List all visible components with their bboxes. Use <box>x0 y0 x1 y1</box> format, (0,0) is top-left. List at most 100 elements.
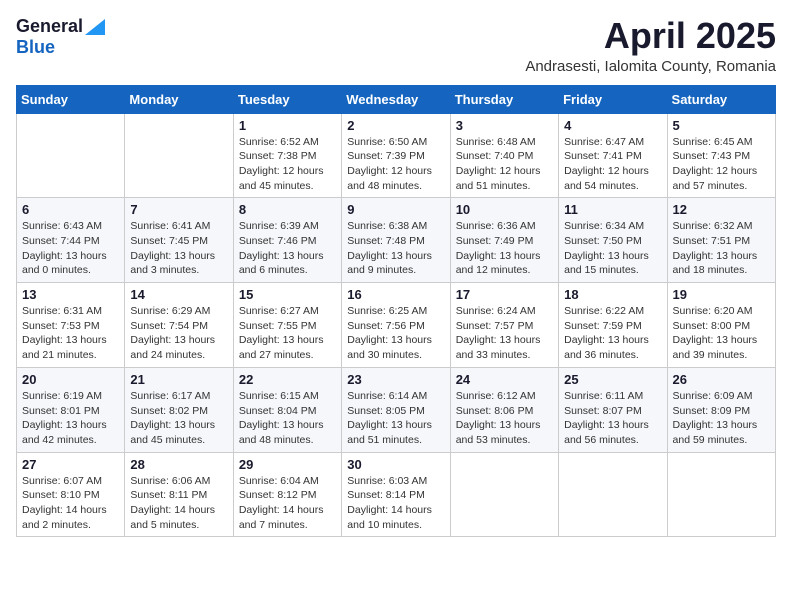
day-info: Sunrise: 6:43 AM Sunset: 7:44 PM Dayligh… <box>22 219 119 278</box>
weekday-header-friday: Friday <box>559 85 667 113</box>
day-number: 15 <box>239 287 336 302</box>
location-subtitle: Andrasesti, Ialomita County, Romania <box>525 58 776 75</box>
calendar-day-cell: 3 Sunrise: 6:48 AM Sunset: 7:40 PM Daylig… <box>450 113 558 198</box>
day-number: 11 <box>564 202 661 217</box>
day-number: 5 <box>673 118 770 133</box>
day-info: Sunrise: 6:11 AM Sunset: 8:07 PM Dayligh… <box>564 389 661 448</box>
day-number: 21 <box>130 372 227 387</box>
calendar-day-cell: 27 Sunrise: 6:07 AM Sunset: 8:10 PM Dayli… <box>17 452 125 537</box>
logo-blue-text: Blue <box>16 37 55 57</box>
calendar-day-cell: 22Sunrise: 6:15 AM Sunset: 8:04 PM Dayli… <box>233 367 341 452</box>
weekday-header-saturday: Saturday <box>667 85 775 113</box>
calendar-day-cell: 25Sunrise: 6:11 AM Sunset: 8:07 PM Dayli… <box>559 367 667 452</box>
calendar-day-cell: 26 Sunrise: 6:09 AM Sunset: 8:09 PM Dayli… <box>667 367 775 452</box>
calendar-week-row: 20 Sunrise: 6:19 AM Sunset: 8:01 PM Dayli… <box>17 367 776 452</box>
calendar-day-cell: 24 Sunrise: 6:12 AM Sunset: 8:06 PM Dayli… <box>450 367 558 452</box>
calendar-day-cell: 16Sunrise: 6:25 AM Sunset: 7:56 PM Dayli… <box>342 283 450 368</box>
calendar-empty-cell <box>667 452 775 537</box>
calendar-empty-cell <box>125 113 233 198</box>
logo-general-text: General <box>16 16 83 37</box>
day-number: 23 <box>347 372 444 387</box>
day-info: Sunrise: 6:24 AM Sunset: 7:57 PM Dayligh… <box>456 304 553 363</box>
day-info: Sunrise: 6:15 AM Sunset: 8:04 PM Dayligh… <box>239 389 336 448</box>
weekday-header-sunday: Sunday <box>17 85 125 113</box>
day-info: Sunrise: 6:36 AM Sunset: 7:49 PM Dayligh… <box>456 219 553 278</box>
calendar-day-cell: 13 Sunrise: 6:31 AM Sunset: 7:53 PM Dayli… <box>17 283 125 368</box>
day-info: Sunrise: 6:31 AM Sunset: 7:53 PM Dayligh… <box>22 304 119 363</box>
calendar-day-cell: 7Sunrise: 6:41 AM Sunset: 7:45 PM Daylig… <box>125 198 233 283</box>
weekday-header-thursday: Thursday <box>450 85 558 113</box>
weekday-header-monday: Monday <box>125 85 233 113</box>
logo-triangle-icon <box>85 19 105 35</box>
day-number: 19 <box>673 287 770 302</box>
day-number: 28 <box>130 457 227 472</box>
day-number: 18 <box>564 287 661 302</box>
day-info: Sunrise: 6:48 AM Sunset: 7:40 PM Dayligh… <box>456 135 553 194</box>
day-info: Sunrise: 6:19 AM Sunset: 8:01 PM Dayligh… <box>22 389 119 448</box>
day-number: 13 <box>22 287 119 302</box>
calendar-day-cell: 23Sunrise: 6:14 AM Sunset: 8:05 PM Dayli… <box>342 367 450 452</box>
calendar-day-cell: 1Sunrise: 6:52 AM Sunset: 7:38 PM Daylig… <box>233 113 341 198</box>
calendar-day-cell: 20 Sunrise: 6:19 AM Sunset: 8:01 PM Dayli… <box>17 367 125 452</box>
calendar-week-row: 13 Sunrise: 6:31 AM Sunset: 7:53 PM Dayli… <box>17 283 776 368</box>
calendar-day-cell: 30Sunrise: 6:03 AM Sunset: 8:14 PM Dayli… <box>342 452 450 537</box>
calendar-week-row: 27 Sunrise: 6:07 AM Sunset: 8:10 PM Dayli… <box>17 452 776 537</box>
day-number: 30 <box>347 457 444 472</box>
day-number: 7 <box>130 202 227 217</box>
day-info: Sunrise: 6:20 AM Sunset: 8:00 PM Dayligh… <box>673 304 770 363</box>
day-number: 20 <box>22 372 119 387</box>
day-info: Sunrise: 6:39 AM Sunset: 7:46 PM Dayligh… <box>239 219 336 278</box>
calendar-day-cell: 9 Sunrise: 6:38 AM Sunset: 7:48 PM Daylig… <box>342 198 450 283</box>
day-number: 24 <box>456 372 553 387</box>
day-info: Sunrise: 6:09 AM Sunset: 8:09 PM Dayligh… <box>673 389 770 448</box>
calendar-day-cell: 12 Sunrise: 6:32 AM Sunset: 7:51 PM Dayli… <box>667 198 775 283</box>
calendar-day-cell: 5 Sunrise: 6:45 AM Sunset: 7:43 PM Daylig… <box>667 113 775 198</box>
calendar-week-row: 1Sunrise: 6:52 AM Sunset: 7:38 PM Daylig… <box>17 113 776 198</box>
day-number: 17 <box>456 287 553 302</box>
calendar-day-cell: 6 Sunrise: 6:43 AM Sunset: 7:44 PM Daylig… <box>17 198 125 283</box>
day-number: 8 <box>239 202 336 217</box>
day-number: 4 <box>564 118 661 133</box>
day-info: Sunrise: 6:38 AM Sunset: 7:48 PM Dayligh… <box>347 219 444 278</box>
day-info: Sunrise: 6:45 AM Sunset: 7:43 PM Dayligh… <box>673 135 770 194</box>
day-info: Sunrise: 6:22 AM Sunset: 7:59 PM Dayligh… <box>564 304 661 363</box>
calendar-day-cell: 17 Sunrise: 6:24 AM Sunset: 7:57 PM Dayli… <box>450 283 558 368</box>
calendar-empty-cell <box>450 452 558 537</box>
day-number: 14 <box>130 287 227 302</box>
calendar-empty-cell <box>17 113 125 198</box>
day-number: 10 <box>456 202 553 217</box>
day-number: 12 <box>673 202 770 217</box>
day-info: Sunrise: 6:29 AM Sunset: 7:54 PM Dayligh… <box>130 304 227 363</box>
calendar-empty-cell <box>559 452 667 537</box>
calendar-body: 1Sunrise: 6:52 AM Sunset: 7:38 PM Daylig… <box>17 113 776 537</box>
calendar-day-cell: 29 Sunrise: 6:04 AM Sunset: 8:12 PM Dayli… <box>233 452 341 537</box>
day-number: 9 <box>347 202 444 217</box>
day-info: Sunrise: 6:04 AM Sunset: 8:12 PM Dayligh… <box>239 474 336 533</box>
page-header: General Blue April 2025 Andrasesti, Ialo… <box>16 16 776 75</box>
weekday-header-wednesday: Wednesday <box>342 85 450 113</box>
day-info: Sunrise: 6:32 AM Sunset: 7:51 PM Dayligh… <box>673 219 770 278</box>
day-number: 1 <box>239 118 336 133</box>
calendar-day-cell: 15 Sunrise: 6:27 AM Sunset: 7:55 PM Dayli… <box>233 283 341 368</box>
calendar-day-cell: 11Sunrise: 6:34 AM Sunset: 7:50 PM Dayli… <box>559 198 667 283</box>
day-number: 27 <box>22 457 119 472</box>
calendar-day-cell: 19 Sunrise: 6:20 AM Sunset: 8:00 PM Dayli… <box>667 283 775 368</box>
day-number: 29 <box>239 457 336 472</box>
logo: General Blue <box>16 16 105 58</box>
calendar-day-cell: 2Sunrise: 6:50 AM Sunset: 7:39 PM Daylig… <box>342 113 450 198</box>
day-number: 6 <box>22 202 119 217</box>
day-info: Sunrise: 6:12 AM Sunset: 8:06 PM Dayligh… <box>456 389 553 448</box>
calendar-table: SundayMondayTuesdayWednesdayThursdayFrid… <box>16 85 776 538</box>
day-number: 3 <box>456 118 553 133</box>
day-info: Sunrise: 6:06 AM Sunset: 8:11 PM Dayligh… <box>130 474 227 533</box>
day-number: 2 <box>347 118 444 133</box>
day-info: Sunrise: 6:07 AM Sunset: 8:10 PM Dayligh… <box>22 474 119 533</box>
title-section: April 2025 Andrasesti, Ialomita County, … <box>525 16 776 75</box>
calendar-day-cell: 18 Sunrise: 6:22 AM Sunset: 7:59 PM Dayli… <box>559 283 667 368</box>
day-info: Sunrise: 6:47 AM Sunset: 7:41 PM Dayligh… <box>564 135 661 194</box>
day-info: Sunrise: 6:27 AM Sunset: 7:55 PM Dayligh… <box>239 304 336 363</box>
day-info: Sunrise: 6:17 AM Sunset: 8:02 PM Dayligh… <box>130 389 227 448</box>
day-number: 26 <box>673 372 770 387</box>
calendar-day-cell: 4 Sunrise: 6:47 AM Sunset: 7:41 PM Daylig… <box>559 113 667 198</box>
day-info: Sunrise: 6:25 AM Sunset: 7:56 PM Dayligh… <box>347 304 444 363</box>
